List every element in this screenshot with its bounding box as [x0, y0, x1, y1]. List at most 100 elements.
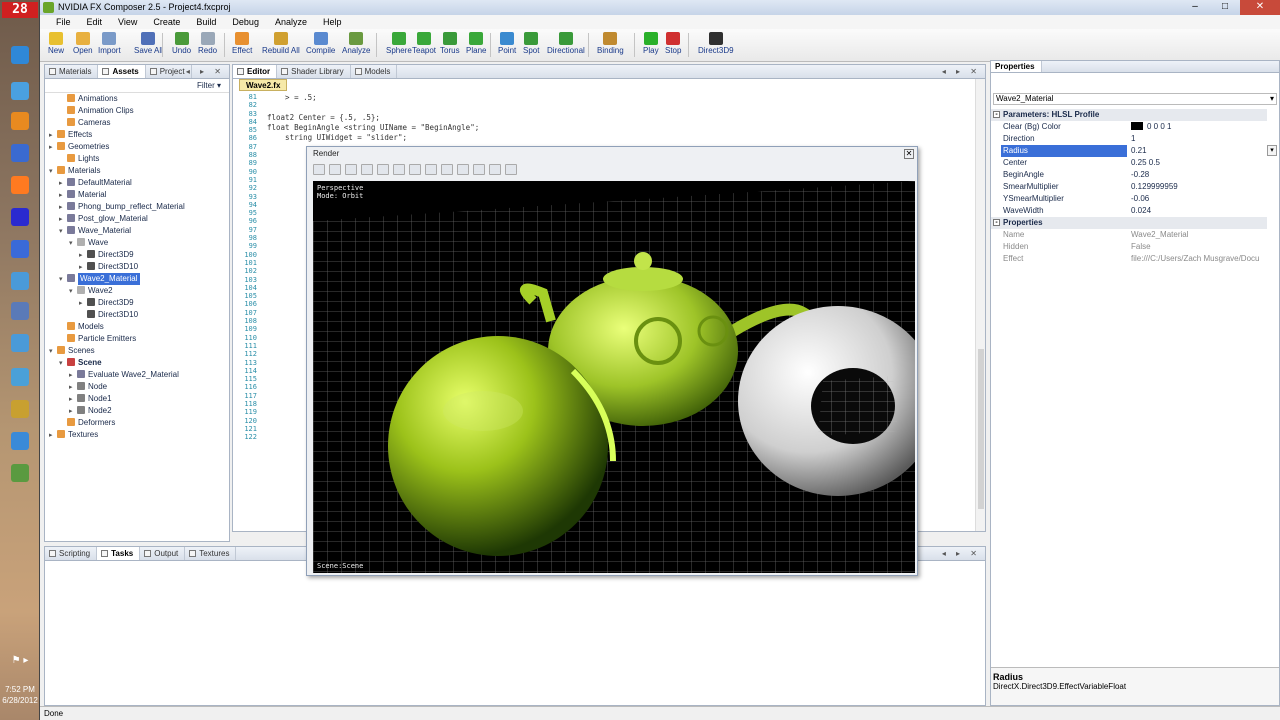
- render-window[interactable]: Render ✕ Perspective Mode: Orbit Scene:S…: [306, 146, 918, 576]
- expander-icon[interactable]: ▾: [59, 274, 67, 286]
- light-icon[interactable]: [473, 164, 485, 175]
- expander-icon[interactable]: ▾: [49, 166, 57, 178]
- document-tab[interactable]: Wave2.fx: [239, 79, 288, 91]
- tree-item-lights[interactable]: Lights: [59, 153, 99, 165]
- tree-item-wave2-material[interactable]: ▾ Wave2_Material: [59, 273, 140, 285]
- chrome-icon[interactable]: [6, 42, 34, 68]
- property-category[interactable]: - Properties: [991, 217, 1267, 229]
- network-icon[interactable]: [6, 140, 34, 166]
- render-viewport[interactable]: Perspective Mode: Orbit Scene:Scene: [313, 181, 915, 573]
- spot-button[interactable]: Spot: [523, 32, 539, 60]
- expander-icon[interactable]: ▾: [59, 358, 67, 370]
- panel-controls[interactable]: ◂ ▸ ✕: [942, 65, 981, 78]
- tree-item-materials[interactable]: ▾ Materials: [49, 165, 100, 177]
- binding-button[interactable]: Binding: [597, 32, 624, 60]
- undo-button[interactable]: Undo: [172, 32, 191, 60]
- property-effect[interactable]: Effect file:///C:/Users/Zach Musgrave/Doc…: [991, 253, 1267, 265]
- tab-textures[interactable]: Textures: [185, 547, 237, 560]
- tree-item-scenes[interactable]: ▾ Scenes: [49, 345, 95, 357]
- menu-file[interactable]: File: [48, 15, 79, 29]
- tree-item-particle-emitters[interactable]: Particle Emitters: [59, 333, 136, 345]
- app-icon[interactable]: [6, 268, 34, 294]
- close-button[interactable]: ✕: [1240, 0, 1280, 15]
- property-center[interactable]: Center 0.25 0.5: [991, 157, 1267, 169]
- filter-button[interactable]: Filter ▾: [45, 79, 229, 93]
- menu-create[interactable]: Create: [145, 15, 188, 29]
- tree-item-direct3d9[interactable]: ▸ Direct3D9: [79, 249, 134, 261]
- plane-button[interactable]: Plane: [466, 32, 486, 60]
- select-icon[interactable]: [393, 164, 405, 175]
- snapshot-icon[interactable]: [489, 164, 501, 175]
- menu-build[interactable]: Build: [188, 15, 224, 29]
- color-swatch[interactable]: [1131, 122, 1143, 130]
- minimize-button[interactable]: –: [1180, 0, 1210, 15]
- compile-button[interactable]: Compile: [306, 32, 335, 60]
- zoom-extents-icon[interactable]: [345, 164, 357, 175]
- app-icon[interactable]: [6, 364, 34, 390]
- panel-controls[interactable]: ◂ ▸ ✕: [942, 547, 981, 560]
- play-button[interactable]: Play: [643, 32, 659, 60]
- editor-scrollbar[interactable]: [975, 79, 985, 531]
- tray-icons[interactable]: ⚑ ▸: [0, 655, 40, 666]
- expander-icon[interactable]: ▾: [69, 286, 77, 298]
- app-icon[interactable]: [6, 236, 34, 262]
- property-name[interactable]: Name Wave2_Material: [991, 229, 1267, 241]
- tab-output[interactable]: Output: [140, 547, 186, 560]
- menu-help[interactable]: Help: [315, 15, 350, 29]
- tree-item-evaluate-wave2-material[interactable]: ▸ Evaluate Wave2_Material: [69, 369, 179, 381]
- menu-edit[interactable]: Edit: [79, 15, 111, 29]
- tab-models[interactable]: Models: [351, 65, 398, 78]
- import-button[interactable]: Import: [98, 32, 121, 60]
- object-selector[interactable]: Wave2_Material ▾: [993, 93, 1277, 105]
- tree-item-node1[interactable]: ▸ Node1: [69, 393, 112, 405]
- stop-button[interactable]: Stop: [665, 32, 681, 60]
- menu-debug[interactable]: Debug: [224, 15, 267, 29]
- zoom-selected-icon[interactable]: [361, 164, 373, 175]
- frame-icon[interactable]: [377, 164, 389, 175]
- tree-item-scene[interactable]: ▾ Scene: [59, 357, 102, 369]
- tree-item-cameras[interactable]: Cameras: [59, 117, 110, 129]
- expander-icon[interactable]: ▾: [59, 226, 67, 238]
- property-direction[interactable]: Direction 1: [991, 133, 1267, 145]
- property-beginangle[interactable]: BeginAngle -0.28: [991, 169, 1267, 181]
- vlc-icon[interactable]: [6, 172, 34, 198]
- redo-button[interactable]: Redo: [198, 32, 217, 60]
- tree-item-effects[interactable]: ▸ Effects: [49, 129, 92, 141]
- tab-assets[interactable]: Assets: [98, 65, 146, 78]
- app-icon[interactable]: [6, 204, 34, 230]
- camera-tool-icon[interactable]: [313, 164, 325, 175]
- tree-item-wave2[interactable]: ▾ Wave2: [69, 285, 113, 297]
- collapse-icon[interactable]: -: [993, 219, 1000, 226]
- tree-item-models[interactable]: Models: [59, 321, 104, 333]
- expander-icon[interactable]: ▸: [49, 142, 57, 154]
- scale-icon[interactable]: [441, 164, 453, 175]
- tree-item-material[interactable]: ▸ Material: [59, 189, 106, 201]
- translate-icon[interactable]: [409, 164, 421, 175]
- teapot-button[interactable]: Teapot: [412, 32, 436, 60]
- tree-item-direct3d10[interactable]: Direct3D10: [79, 309, 138, 321]
- property-clear-bg-color[interactable]: Clear (Bg) Color 0 0 0 1: [991, 121, 1267, 133]
- app-icon[interactable]: [6, 428, 34, 454]
- rotate-icon[interactable]: [425, 164, 437, 175]
- tree-item-wave-material[interactable]: ▾ Wave_Material: [59, 225, 131, 237]
- open-button[interactable]: Open: [73, 32, 93, 60]
- tree-item-animations[interactable]: Animations: [59, 93, 118, 105]
- effect-button[interactable]: Effect: [232, 32, 252, 60]
- new-button[interactable]: New: [48, 32, 64, 60]
- directional-button[interactable]: Directional: [547, 32, 585, 60]
- settings-icon[interactable]: [505, 164, 517, 175]
- tree-item-animation-clips[interactable]: Animation Clips: [59, 105, 134, 117]
- tab-scripting[interactable]: Scripting: [45, 547, 98, 560]
- property-category[interactable]: - Parameters: HLSL Profile: [991, 109, 1267, 121]
- property-ysmearmultiplier[interactable]: YSmearMultiplier -0.06: [991, 193, 1267, 205]
- tree-item-phong-bump-reflect-material[interactable]: ▸ Phong_bump_reflect_Material: [59, 201, 185, 213]
- tree-item-geometries[interactable]: ▸ Geometries: [49, 141, 109, 153]
- torus-button[interactable]: Torus: [440, 32, 460, 60]
- rebuild-all-button[interactable]: Rebuild All: [262, 32, 300, 60]
- code-area[interactable]: > = .5; float2 Center = {.5, .5}; float Be…: [267, 93, 965, 143]
- maximize-button[interactable]: □: [1210, 0, 1240, 15]
- expander-icon[interactable]: ▸: [49, 430, 57, 442]
- point-button[interactable]: Point: [498, 32, 516, 60]
- save-all-button[interactable]: Save All: [134, 32, 163, 60]
- tree-item-direct3d10[interactable]: ▸ Direct3D10: [79, 261, 138, 273]
